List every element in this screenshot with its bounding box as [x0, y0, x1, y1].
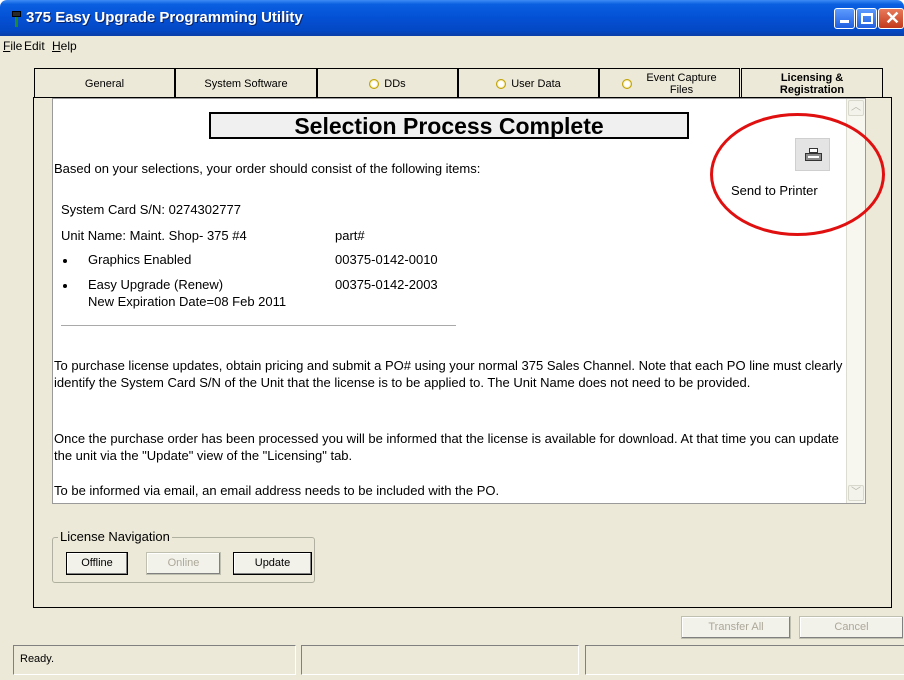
menu-bar: File Edit Help	[0, 36, 904, 56]
transfer-all-button[interactable]: Transfer All	[681, 616, 791, 639]
status-text: Ready.	[20, 653, 55, 665]
status-indicator-icon	[622, 78, 633, 89]
part-header: part#	[335, 228, 365, 243]
maximize-icon	[861, 13, 873, 24]
update-button[interactable]: Update	[233, 552, 312, 575]
item-part-number: 00375-0142-0010	[335, 252, 438, 267]
close-button[interactable]: ✕	[878, 8, 904, 29]
item-expiration: New Expiration Date=08 Feb 2011	[88, 294, 287, 309]
purchase-instructions: To purchase license updates, obtain pric…	[54, 358, 843, 390]
item-name: Easy Upgrade (Renew)	[88, 277, 224, 292]
tab-licensing-registration[interactable]: Licensing & Registration	[741, 68, 883, 99]
tab-user-data[interactable]: User Data	[458, 68, 599, 98]
page-title: Selection Process Complete	[209, 112, 689, 139]
unit-name: Unit Name: Maint. Shop- 375 #4	[61, 228, 247, 243]
status-indicator-icon	[369, 78, 380, 89]
close-icon: ✕	[885, 8, 901, 28]
app-icon	[12, 11, 21, 27]
item-part-number: 00375-0142-2003	[335, 277, 438, 292]
minimize-icon	[840, 20, 849, 23]
maximize-button[interactable]	[856, 8, 877, 29]
bullet-icon	[63, 259, 67, 263]
title-bar: 375 Easy Upgrade Programming Utility ✕	[0, 0, 904, 36]
minimize-button[interactable]	[834, 8, 855, 29]
scroll-down-button[interactable]: ﹀	[848, 485, 864, 501]
email-instructions: To be informed via email, an email addre…	[54, 483, 500, 498]
status-panel	[585, 645, 904, 675]
online-button[interactable]: Online	[146, 552, 221, 575]
bullet-icon	[63, 284, 67, 288]
scroll-up-button[interactable]: ︿	[848, 100, 864, 116]
tab-general[interactable]: General	[34, 68, 175, 98]
menu-file[interactable]: File	[3, 39, 22, 53]
download-instructions: Once the purchase order has been process…	[54, 431, 839, 463]
item-name: Graphics Enabled	[88, 252, 192, 267]
status-panel	[13, 645, 296, 675]
system-card-sn: System Card S/N: 0274302777	[61, 202, 241, 217]
tab-dds[interactable]: DDs	[317, 68, 458, 98]
cancel-button[interactable]: Cancel	[799, 616, 903, 639]
license-navigation-label: License Navigation	[58, 529, 172, 544]
divider	[61, 325, 456, 326]
chevron-up-icon: ︿	[851, 102, 861, 113]
offline-button[interactable]: Offline	[66, 552, 128, 575]
highlight-annotation	[710, 113, 885, 236]
menu-help[interactable]: Help	[52, 39, 77, 53]
tab-event-capture-files[interactable]: Event Capture Files	[599, 68, 740, 98]
menu-edit[interactable]: Edit	[24, 39, 45, 53]
window-title: 375 Easy Upgrade Programming Utility	[26, 9, 303, 26]
status-panel	[301, 645, 579, 675]
intro-text: Based on your selections, your order sho…	[54, 161, 481, 176]
status-indicator-icon	[496, 78, 507, 89]
chevron-down-icon: ﹀	[851, 487, 861, 498]
tab-system-software[interactable]: System Software	[175, 68, 317, 98]
